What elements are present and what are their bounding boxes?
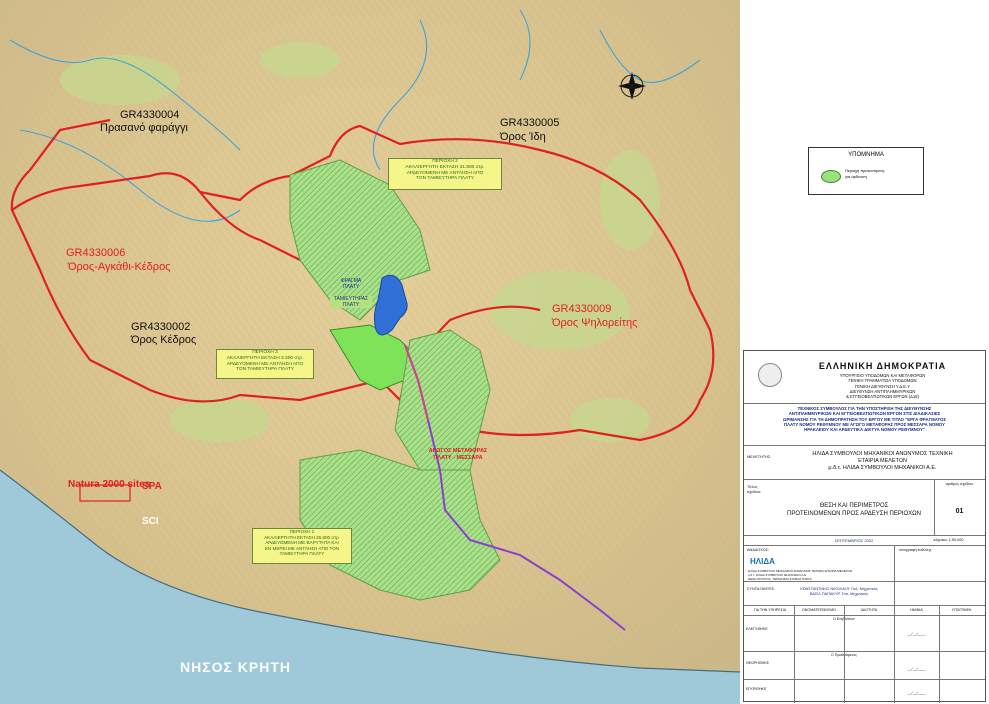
row-label: ΘΕΩΡΗΘΗΚΕ (746, 661, 770, 665)
compilers: ΚΩΝΣΤΑΝΤΙΝΟΣ ΝΙΚΟΛΑΟΥ Πολ. Μηχανικός ΒΑΣ… (800, 587, 878, 596)
date: ΣΕΠΤΕΜΒΡΙΟΣ 2022 (834, 538, 874, 543)
compilers-label: ΣΥΝΤΑΞΑΝΤΕΣ: (747, 587, 776, 591)
zone-label-name: Όρος Ψηλορείτης (551, 317, 637, 329)
zone-label-name: Όρος-Αγκάθι-Κέδρος (67, 261, 171, 273)
zone-label-code: GR4330006 (66, 247, 125, 259)
zone-label-name: Όρος Ίδη (499, 131, 546, 143)
natura-sites-label: Natura 2000 sites (68, 479, 151, 490)
project-title: ΤΕΧΝΙΚΟΣ ΣΥΜΒΟΥΛΟΣ ΓΙΑ ΤΗΝ ΥΠΟΣΤΗΡΙΞΗ ΤΗ… (783, 406, 946, 433)
date-placeholder: __/__/____ (907, 667, 926, 671)
emblem-icon (758, 363, 782, 387)
legend-swatch (821, 170, 841, 183)
table-header: ΙΔΙΟΤΗΤΑ (860, 608, 878, 612)
consultant: ΗΛΙΔΑ ΣΥΜΒΟΥΛΟΙ ΜΗΧΑΝΙΚΟΙ ΑΝΩΝΥΜΟΣ ΤΕΧΝΙ… (812, 451, 953, 471)
zone-label-name: Όρος Κέδρος (130, 334, 196, 346)
date-placeholder: __/__/____ (907, 632, 926, 636)
area-3-label: ΠΕΡΙΟΧΗ 3 ΑΚΑΛΙΕΡΓΗΤΗ ΕΚΤΑΣΗ 3.300 στρ. … (216, 349, 314, 379)
legend: ΥΠΟΜΝΗΜΑ Περιοχή προτεινόμενη για άρδευσ… (808, 147, 924, 195)
zone-label-name: Πρασανό φαράγγι (100, 122, 188, 134)
zone-label-code: GR4330004 (120, 109, 179, 121)
date-placeholder: __/__/____ (907, 691, 926, 695)
ministry: ΥΠΟΥΡΓΕΙΟ ΥΠΟΔΟΜΩΝ ΚΑΙ ΜΕΤΑΦΟΡΩΝ ΓΕΝΙΚΗ … (839, 373, 926, 399)
spa-label: SPA (142, 481, 162, 492)
company-details: ΗΛΙΔΑ ΣΥΜΒΟΥΛΟΙ ΜΗΧΑΝΙΚΟΙ ΑΝΩΝΥΜΟΣ ΤΕΧΝΙ… (748, 569, 852, 581)
company-logo: ΗΛΙΔΑ (750, 557, 775, 566)
drawing-no: 01 (955, 508, 964, 515)
row-label: ΕΛΕΓΧΘΗΚΕ (746, 627, 768, 631)
zone-label-code: GR4330009 (552, 303, 611, 315)
dam-label: ΦΡΑΓΜΑ ΠΛΑΤΥ (340, 278, 362, 290)
island-label: ΝΗΣΟΣ ΚΡΗΤΗ (180, 659, 291, 675)
drawing-no-label: αριθμός σχεδίου (945, 482, 974, 486)
title-block: ΕΛΛΗΝΙΚΗ ΔΗΜΟΚΡΑΤΙΑ ΥΠΟΥΡΓΕΙΟ ΥΠΟΔΟΜΩΝ Κ… (743, 350, 986, 703)
drawing-title-label: Τίτλος σχεδίου: (747, 485, 762, 494)
drawing-title: ΘΕΣΗ ΚΑΙ ΠΕΡΙΜΕΤΡΟΣ ΠΡΟΤΕΙΝΟΜΕΝΩΝ ΠΡΟΣ Α… (787, 503, 921, 517)
pipeline-label: ΑΓΩΓΟΣ ΜΕΤΑΦΟΡΑΣ ΠΛΑΤΥ - ΜΕΣΣΑΡΑ (428, 448, 488, 461)
table-header: ΟΝΟΜΑΤΕΠΩΝΥΜΟ (802, 608, 836, 612)
scale: κλίμακα: 1:50.000 (933, 538, 964, 542)
table-header: ΥΠΟΓΡΑΦΗ (951, 608, 972, 612)
sci-label: SCI (142, 516, 159, 527)
legend-title: ΥΠΟΜΝΗΜΑ (848, 152, 884, 158)
company-label: ΑΝΑΔΟΧΟΣ: (747, 548, 770, 552)
row-label: ΕΓΚΡΙΘΗΚΕ (746, 687, 767, 691)
table-header: ΗΜ/ΝΙΑ (910, 608, 923, 612)
area-2-label: ΠΕΡΙΟΧΗ 2 ΑΚΑΛΙΕΡΓΗΤΗ ΕΚΤΑΣΗ 31.600 στρ.… (388, 158, 502, 190)
study-label: ΜΕΛΕΤΗΤΗΣ: (747, 455, 772, 459)
signature-label: υπογραφή ευθύνης (899, 548, 932, 552)
zone-label-code: GR4330005 (500, 117, 559, 129)
area-1-label: ΠΕΡΙΟΧΗ 1 ΑΚΑΛΙΕΡΓΗΤΗ ΕΚΤΑΣΗ 26.600 στρ.… (252, 528, 352, 564)
republic-title: ΕΛΛΗΝΙΚΗ ΔΗΜΟΚΡΑΤΙΑ (818, 361, 947, 371)
table-header: ΓΙΑ ΤΗΝ ΥΠΗΡΕΣΙΑ (753, 608, 787, 612)
legend-item-label: Περιοχή προτεινόμενη για άρδευση (845, 168, 885, 180)
reservoir-label: ΤΑΜΙΕΥΤΗΡΑΣ ΠΛΑΤΥ (330, 296, 372, 308)
zone-label-code: GR4330002 (131, 321, 190, 333)
